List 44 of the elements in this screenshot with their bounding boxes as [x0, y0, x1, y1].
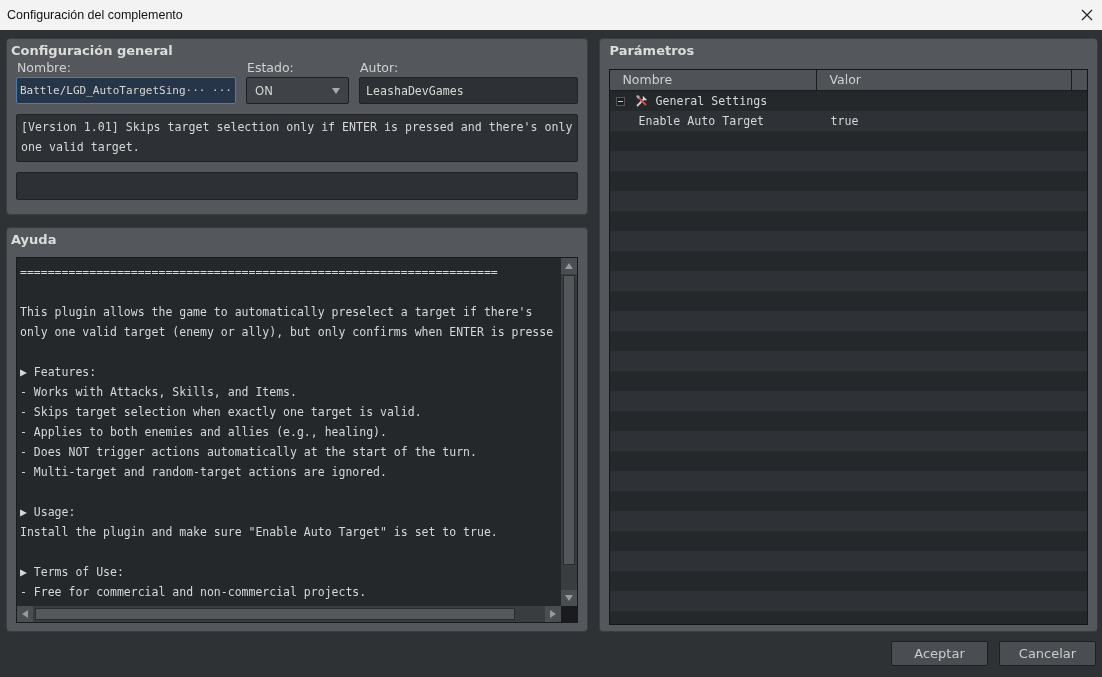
panel-title: Ayuda	[10, 230, 58, 249]
help-line: - Works with Attacks, Skills, and Items.	[20, 384, 297, 399]
horizontal-scrollbar[interactable]	[17, 606, 578, 622]
help-line: =====================================================================	[20, 264, 498, 279]
parameter-name[interactable]: Enable Auto Target	[610, 111, 818, 131]
state-dropdown[interactable]: ON	[246, 77, 349, 104]
help-line: ▶ Terms of Use:	[20, 564, 124, 579]
help-line: - Does NOT trigger actions automatically at the start of the turn.	[20, 444, 477, 459]
field-label: Estado:	[247, 60, 295, 76]
scroll-left-icon[interactable]	[17, 606, 33, 622]
caret-icon	[332, 87, 340, 94]
panel-title: Configuración general	[10, 42, 174, 60]
scroll-right-icon[interactable]	[545, 606, 562, 622]
column-header[interactable]: Nombre	[610, 70, 818, 90]
group-name[interactable]: General Settings	[655, 91, 768, 111]
author-field[interactable]: LeashaDevGames	[359, 77, 579, 104]
empty-field[interactable]	[16, 172, 579, 200]
scrollbar-thumb[interactable]	[35, 608, 515, 620]
field-label: Nombre:	[17, 60, 72, 76]
help-line: only one valid target (enemy or ally), but only confirms when ENTER is presse	[20, 324, 554, 339]
help-line: - Free for commercial and non-commercial projects.	[20, 584, 367, 599]
help-line: - Skips target selection when exactly one target is valid.	[20, 404, 422, 419]
help-line: Install the plugin and make sure "Enable Auto Target" is set to true.	[20, 524, 498, 539]
tools-icon	[635, 94, 650, 108]
scrollbar-thumb[interactable]	[563, 274, 576, 565]
column-header[interactable]: Valor	[817, 70, 1073, 90]
help-line: - Multi-target and random-target actions are ignored.	[20, 464, 387, 479]
dialog-button[interactable]: Cancelar	[999, 641, 1096, 666]
help-line: This plugin allows the game to automatically preselect a target if there's	[20, 304, 533, 319]
parameter-value[interactable]: true	[817, 111, 1073, 131]
scroll-up-icon[interactable]	[561, 257, 578, 274]
vertical-scrollbar[interactable]	[561, 257, 578, 606]
field-label: Autor:	[360, 60, 400, 76]
collapse-toggle-icon[interactable]	[616, 96, 626, 106]
dialog-button[interactable]: Aceptar	[891, 641, 988, 666]
description-field[interactable]: [Version 1.01] Skips target selection only if ENTER is pressed and there's only one valid target.	[16, 114, 579, 162]
scroll-down-icon[interactable]	[561, 590, 578, 606]
help-line: ▶ Usage:	[20, 504, 76, 519]
close-icon[interactable]	[1081, 9, 1093, 21]
window-title: Configuración del complemento	[7, 8, 183, 22]
help-line: ▶ Features:	[20, 364, 97, 379]
name-field[interactable]: Battle/LGD_AutoTargetSing··· ···	[16, 77, 236, 104]
panel-title: Parámetros	[608, 42, 696, 60]
help-line: - Applies to both enemies and allies (e.g., healing).	[20, 424, 387, 439]
